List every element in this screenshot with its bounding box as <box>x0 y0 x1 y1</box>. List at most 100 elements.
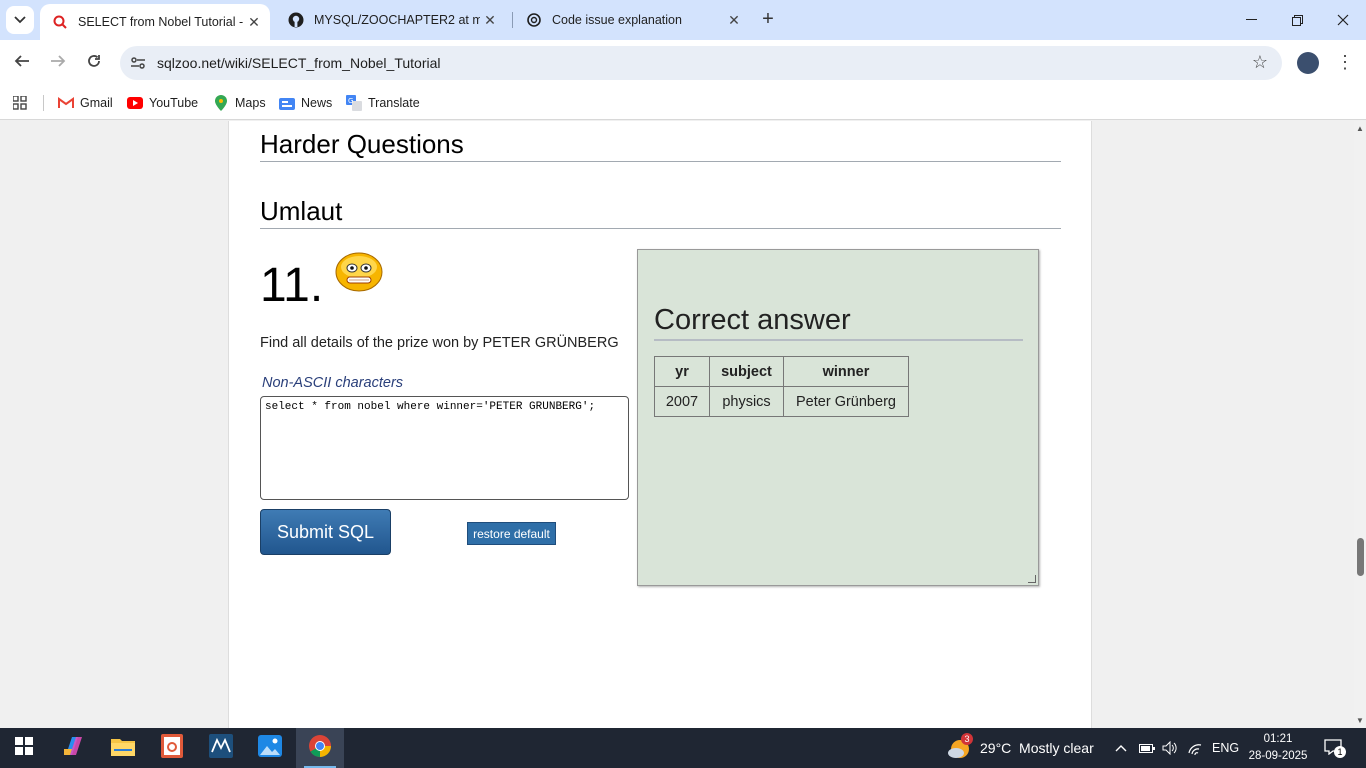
weather-text: 29°C Mostly clear <box>980 740 1094 756</box>
restore-button[interactable] <box>1274 0 1320 40</box>
battery-icon[interactable] <box>1139 728 1155 768</box>
clock-date: 28-09-2025 <box>1248 750 1308 762</box>
tab-separator <box>512 12 513 28</box>
weather-badge: 3 <box>961 733 973 745</box>
browser-toolbar: sqlzoo.net/wiki/SELECT_from_Nobel_Tutori… <box>0 40 1366 86</box>
close-icon[interactable]: ✕ <box>244 14 264 31</box>
clock[interactable]: 01:21 28-09-2025 <box>1248 731 1308 765</box>
bookmark-separator <box>43 95 44 111</box>
gmail-icon <box>58 95 74 111</box>
translate-icon: G <box>346 95 362 111</box>
weather-widget[interactable]: 3 29°C Mostly clear <box>946 728 1094 768</box>
copilot-button[interactable] <box>50 728 98 768</box>
wifi-icon[interactable] <box>1187 728 1203 768</box>
table-row: 2007 physics Peter Grünberg <box>654 386 909 417</box>
photos-button[interactable] <box>246 728 294 768</box>
tab-title: SELECT from Nobel Tutorial - SQLZoo <box>78 15 244 29</box>
table-cell: 2007 <box>654 386 710 417</box>
app-button[interactable] <box>148 728 196 768</box>
chrome-icon <box>308 734 332 763</box>
new-tab-button[interactable]: + <box>756 8 780 32</box>
apps-grid-icon <box>12 95 28 111</box>
volume-icon[interactable] <box>1162 728 1178 768</box>
close-window-button[interactable] <box>1320 0 1366 40</box>
bookmark-youtube[interactable]: YouTube <box>127 93 198 113</box>
bookmark-label: Translate <box>368 96 420 110</box>
reload-button[interactable] <box>80 49 108 77</box>
close-icon[interactable]: ✕ <box>480 12 500 29</box>
chevron-up-icon <box>1115 741 1127 755</box>
answer-title: Correct answer <box>654 304 1023 341</box>
table-cell: physics <box>709 386 784 417</box>
reload-icon <box>86 53 102 74</box>
profile-avatar[interactable] <box>1297 52 1319 74</box>
scroll-up-icon[interactable]: ▲ <box>1356 124 1364 133</box>
photos-icon <box>258 734 282 762</box>
arrow-left-icon <box>14 53 30 74</box>
address-bar[interactable]: sqlzoo.net/wiki/SELECT_from_Nobel_Tutori… <box>120 46 1282 80</box>
copilot-icon <box>62 735 86 762</box>
back-button[interactable] <box>8 49 36 77</box>
restore-default-button[interactable]: restore default <box>467 522 556 545</box>
mysql-workbench-icon <box>209 733 233 763</box>
bookmark-label: News <box>301 96 333 110</box>
bookmark-gmail[interactable]: Gmail <box>58 93 113 113</box>
question-number: 11. <box>260 259 324 312</box>
bookmarks-bar: Gmail YouTube Maps News G Translate <box>0 86 1366 120</box>
url-text: sqlzoo.net/wiki/SELECT_from_Nobel_Tutori… <box>157 55 441 71</box>
sqlzoo-icon <box>52 14 68 30</box>
vertical-scrollbar[interactable]: ▲ ▼ <box>1354 121 1366 728</box>
file-explorer-button[interactable] <box>99 728 147 768</box>
forward-button[interactable] <box>44 49 72 77</box>
app-icon <box>161 733 183 763</box>
folder-icon <box>111 736 135 761</box>
apps-button[interactable] <box>12 93 34 113</box>
tab-sqlzoo[interactable]: SELECT from Nobel Tutorial - SQLZoo ✕ <box>40 4 270 40</box>
tab-title: MYSQL/ZOOCHAPTER2 at main <box>314 13 480 27</box>
tab-strip: SELECT from Nobel Tutorial - SQLZoo ✕ MY… <box>0 0 1366 40</box>
minimize-button[interactable] <box>1228 0 1274 40</box>
article-content: Harder Questions Umlaut 11. Find all det… <box>228 121 1092 728</box>
submit-sql-button[interactable]: Submit SQL <box>260 509 391 555</box>
windows-taskbar: 3 29°C Mostly clear ENG 01:21 28-09-2025… <box>0 728 1366 768</box>
news-icon <box>279 95 295 111</box>
bookmark-star-icon[interactable]: ☆ <box>1252 52 1268 73</box>
bookmark-translate[interactable]: G Translate <box>346 93 420 113</box>
heading-umlaut: Umlaut <box>260 196 1061 229</box>
column-header: yr <box>654 356 710 387</box>
bookmark-label: Gmail <box>80 96 113 110</box>
question-text: Find all details of the prize won by PET… <box>260 335 619 351</box>
chevron-down-icon <box>14 11 26 29</box>
language-indicator[interactable]: ENG <box>1212 728 1239 768</box>
tab-github[interactable]: MYSQL/ZOOCHAPTER2 at main ✕ <box>276 0 506 40</box>
bookmark-label: YouTube <box>149 96 199 110</box>
column-header: subject <box>709 356 784 387</box>
show-hidden-icons[interactable] <box>1115 728 1127 768</box>
tab-search-button[interactable] <box>6 6 34 34</box>
site-info-icon[interactable] <box>130 55 146 71</box>
scroll-down-icon[interactable]: ▼ <box>1356 716 1364 725</box>
smiley-icon <box>335 252 383 292</box>
heading-harder-questions: Harder Questions <box>260 129 1061 162</box>
chrome-taskbar-button[interactable] <box>296 728 344 768</box>
page-viewport: Harder Questions Umlaut 11. Find all det… <box>0 121 1354 728</box>
table-header-row: yr subject winner <box>654 356 909 387</box>
weather-moon-icon: 3 <box>946 733 973 761</box>
notifications-button[interactable]: 1 <box>1324 728 1346 768</box>
mysql-workbench-button[interactable] <box>197 728 245 768</box>
hint-link[interactable]: Non-ASCII characters <box>262 375 403 391</box>
bookmark-maps[interactable]: Maps <box>213 93 266 113</box>
notification-icon: 1 <box>1324 739 1346 758</box>
bookmark-news[interactable]: News <box>279 93 332 113</box>
menu-icon[interactable]: ⋮ <box>1336 52 1354 74</box>
resize-grip[interactable] <box>1028 575 1036 583</box>
scrollbar-thumb[interactable] <box>1357 538 1364 576</box>
youtube-icon <box>127 95 143 111</box>
bookmark-label: Maps <box>235 96 266 110</box>
close-icon[interactable]: ✕ <box>724 12 744 29</box>
svg-text:G: G <box>348 97 353 105</box>
windows-icon <box>15 736 33 760</box>
sql-editor[interactable]: select * from nobel where winner='PETER … <box>260 396 629 500</box>
tab-chatgpt[interactable]: Code issue explanation ✕ <box>514 0 750 40</box>
start-button[interactable] <box>0 728 48 768</box>
